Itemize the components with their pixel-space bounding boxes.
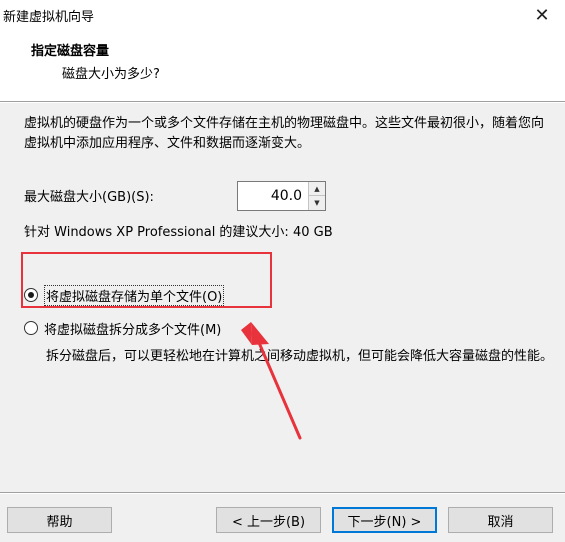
stepper-down-icon[interactable]: ▼ bbox=[309, 196, 325, 210]
recommended-size-text: 针对 Windows XP Professional 的建议大小: 40 GB bbox=[24, 225, 333, 240]
page-heading: 指定磁盘容量 bbox=[31, 44, 110, 59]
radio-split-files-indicator[interactable] bbox=[24, 321, 38, 335]
disk-size-label: 最大磁盘大小(GB)(S): bbox=[24, 190, 154, 205]
radio-split-files-label[interactable]: 将虚拟磁盘拆分成多个文件(M) bbox=[44, 319, 221, 338]
window-title: 新建虚拟机向导 bbox=[3, 10, 95, 25]
cancel-button[interactable]: 取消 bbox=[448, 507, 553, 533]
stepper-buttons: ▲ ▼ bbox=[308, 182, 325, 210]
next-button[interactable]: 下一步(N) > bbox=[332, 507, 437, 533]
radio-split-files[interactable]: 将虚拟磁盘拆分成多个文件(M) bbox=[24, 318, 221, 338]
wizard-header: 指定磁盘容量 磁盘大小为多少? bbox=[0, 31, 565, 101]
back-button[interactable]: < 上一步(B) bbox=[216, 507, 321, 533]
footer-divider bbox=[0, 492, 565, 494]
title-bar: 新建虚拟机向导 ✕ bbox=[0, 0, 565, 31]
split-note-text: 拆分磁盘后，可以更轻松地在计算机之间移动虚拟机，但可能会降低大容量磁盘的性能。 bbox=[46, 349, 554, 364]
disk-size-stepper[interactable]: 40.0 ▲ ▼ bbox=[237, 181, 326, 211]
description-text: 虚拟机的硬盘作为一个或多个文件存储在主机的物理磁盘中。这些文件最初很小，随着您向… bbox=[24, 116, 545, 151]
radio-single-file-indicator[interactable] bbox=[24, 288, 38, 302]
radio-single-file[interactable]: 将虚拟磁盘存储为单个文件(O) bbox=[24, 284, 225, 306]
close-icon[interactable]: ✕ bbox=[519, 0, 565, 31]
stepper-up-icon[interactable]: ▲ bbox=[309, 182, 325, 196]
disk-size-input[interactable]: 40.0 bbox=[238, 182, 308, 210]
radio-single-file-label[interactable]: 将虚拟磁盘存储为单个文件(O) bbox=[44, 284, 225, 306]
help-button[interactable]: 帮助 bbox=[7, 507, 112, 533]
page-subheading: 磁盘大小为多少? bbox=[62, 67, 160, 82]
header-divider bbox=[0, 101, 565, 103]
